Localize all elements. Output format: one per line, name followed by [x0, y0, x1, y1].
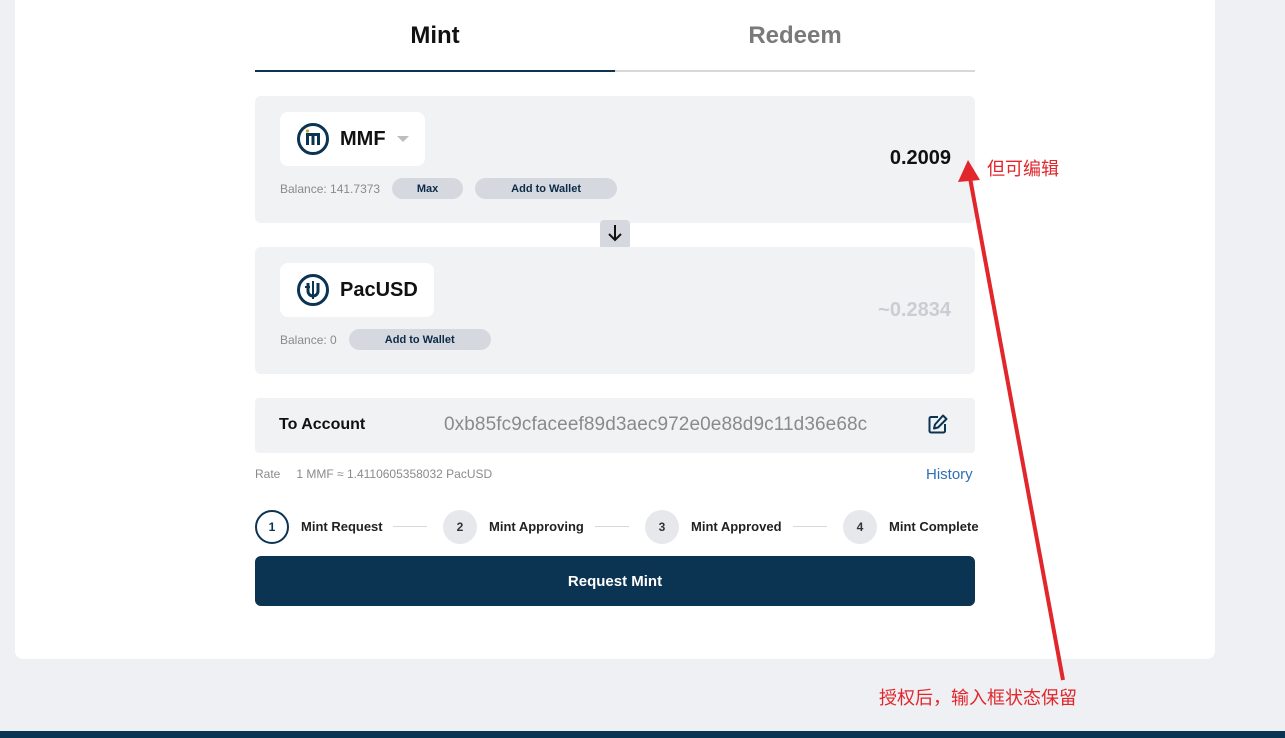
- pacusd-token-icon: [297, 274, 329, 306]
- annotation-state-retained: 授权后，输入框状态保留: [879, 688, 1077, 709]
- to-panel: PacUSD Balance: 0 Add to Wallet ~0.2834: [255, 247, 975, 374]
- tab-bar: Mint Redeem: [255, 0, 975, 72]
- tab-redeem[interactable]: Redeem: [615, 0, 975, 72]
- request-mint-button[interactable]: Request Mint: [255, 556, 975, 606]
- rate-value: 1 MMF ≈ 1.4110605358032 PacUSD: [296, 467, 493, 481]
- to-amount-output: ~0.2834: [878, 299, 951, 321]
- step-1-label: Mint Request: [301, 519, 383, 534]
- swap-direction-button[interactable]: [600, 220, 630, 250]
- mint-steps: 1 Mint Request 2 Mint Approving 3 Mint A…: [255, 510, 979, 544]
- chevron-down-icon: [396, 136, 409, 142]
- step-divider: [393, 526, 427, 527]
- tab-mint[interactable]: Mint: [255, 0, 615, 72]
- edit-icon[interactable]: [927, 413, 949, 435]
- history-link[interactable]: History: [926, 466, 973, 483]
- to-account-row: To Account 0xb85fc9cfaceef89d3aec972e0e8…: [255, 398, 975, 453]
- rate-row: Rate 1 MMF ≈ 1.4110605358032 PacUSD: [255, 467, 492, 481]
- to-add-to-wallet-button[interactable]: Add to Wallet: [348, 329, 491, 350]
- step-2-number: 2: [443, 510, 477, 544]
- step-4-label: Mint Complete: [889, 519, 979, 534]
- mmf-token-icon: [297, 123, 329, 155]
- from-balance-row: Balance: 141.7373 Max Add to Wallet: [280, 178, 618, 199]
- to-balance: Balance: 0: [280, 332, 337, 347]
- to-token-name: PacUSD: [340, 278, 418, 301]
- step-3-number: 3: [645, 510, 679, 544]
- step-4-number: 4: [843, 510, 877, 544]
- step-1-number: 1: [255, 510, 289, 544]
- step-2-label: Mint Approving: [489, 519, 584, 534]
- from-panel: MMF Balance: 141.7373 Max Add to Wallet …: [255, 96, 975, 223]
- to-account-label: To Account: [279, 416, 366, 433]
- to-account-address: 0xb85fc9cfaceef89d3aec972e0e88d9c11d36e6…: [444, 414, 868, 435]
- step-divider: [793, 526, 827, 527]
- footer-bar: [0, 731, 1285, 738]
- from-add-to-wallet-button[interactable]: Add to Wallet: [475, 178, 618, 199]
- step-divider: [595, 526, 629, 527]
- rate-label: Rate: [255, 467, 281, 481]
- from-balance: Balance: 141.7373: [280, 181, 381, 196]
- to-balance-row: Balance: 0 Add to Wallet: [280, 329, 491, 350]
- max-button[interactable]: Max: [392, 178, 464, 199]
- step-3-label: Mint Approved: [691, 519, 782, 534]
- arrow-down-icon: [607, 223, 623, 248]
- annotation-editable: 但可编辑: [987, 159, 1059, 180]
- from-token-selector[interactable]: MMF: [280, 112, 425, 166]
- from-amount-input[interactable]: 0.2009: [890, 147, 951, 170]
- to-token-selector[interactable]: PacUSD: [280, 263, 434, 317]
- from-token-name: MMF: [340, 127, 386, 150]
